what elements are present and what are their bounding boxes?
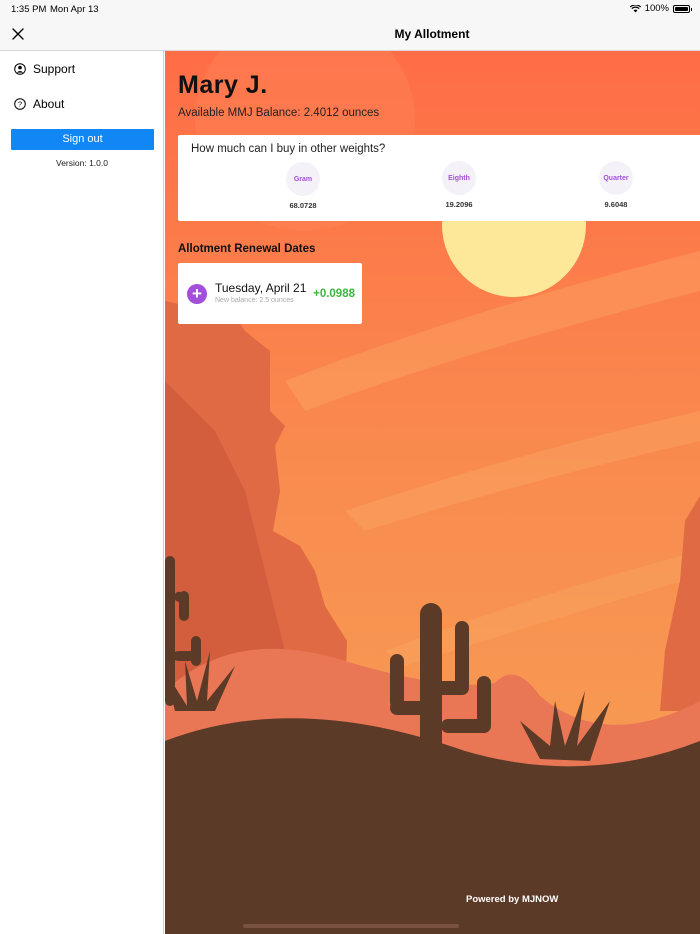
weight-value: 68.0728: [289, 201, 317, 210]
weight-label: Gram: [286, 162, 320, 196]
weights-card: How much can I buy in other weights? Gra…: [178, 135, 700, 221]
renewal-card[interactable]: + Tuesday, April 21 New balance: 2.5 oun…: [178, 263, 362, 324]
weight-quarter[interactable]: Quarter 9.6048: [586, 161, 646, 209]
weight-value: 9.6048: [604, 200, 628, 209]
home-indicator: [243, 924, 459, 928]
renewal-delta: +0.0988: [313, 288, 355, 300]
status-indicators: 100%: [629, 3, 692, 14]
user-circle-icon: [14, 63, 26, 75]
powered-by-text: Powered by MJNOW: [466, 894, 559, 905]
question-circle-icon: ?: [14, 98, 26, 110]
weight-label: Eighth: [442, 161, 476, 195]
status-time: 1:35 PM: [11, 4, 47, 15]
page-title: My Allotment: [394, 27, 470, 41]
renewal-section-title: Allotment Renewal Dates: [178, 243, 316, 255]
plus-icon[interactable]: +: [187, 284, 207, 304]
weight-label: Quarter: [599, 161, 633, 195]
sidebar: Support ? About Sign out Version: 1.0.0: [0, 51, 164, 934]
version-text: Version: 1.0.0: [56, 158, 108, 168]
sidebar-item-about[interactable]: ? About: [14, 97, 64, 111]
status-date: Mon Apr 13: [50, 4, 99, 15]
user-name: Mary J.: [178, 71, 268, 99]
nav-bar: My Allotment: [0, 18, 700, 51]
sign-out-button[interactable]: Sign out: [11, 129, 154, 150]
wifi-icon: [629, 4, 641, 12]
sidebar-item-label: About: [33, 97, 65, 111]
weight-eighth[interactable]: Eighth 19.2096: [429, 161, 489, 209]
renewal-new-balance: New balance: 2.5 ounces: [215, 297, 294, 304]
weight-value: 19.2096: [445, 200, 473, 209]
sidebar-item-label: Support: [33, 62, 76, 76]
weights-question: How much can I buy in other weights?: [191, 143, 386, 155]
weight-gram[interactable]: Gram 68.0728: [273, 162, 333, 210]
status-bar: 1:35 PM Mon Apr 13 100%: [0, 0, 700, 18]
svg-text:?: ?: [18, 100, 22, 109]
battery-percent: 100%: [644, 3, 669, 14]
renewal-date: Tuesday, April 21: [215, 281, 307, 295]
battery-icon: [673, 4, 692, 13]
close-icon[interactable]: [10, 26, 26, 42]
allotment-panel: Mary J. Available MMJ Balance: 2.4012 ou…: [165, 51, 700, 934]
sidebar-item-support[interactable]: Support: [14, 62, 75, 76]
available-balance: Available MMJ Balance: 2.4012 ounces: [178, 107, 380, 119]
